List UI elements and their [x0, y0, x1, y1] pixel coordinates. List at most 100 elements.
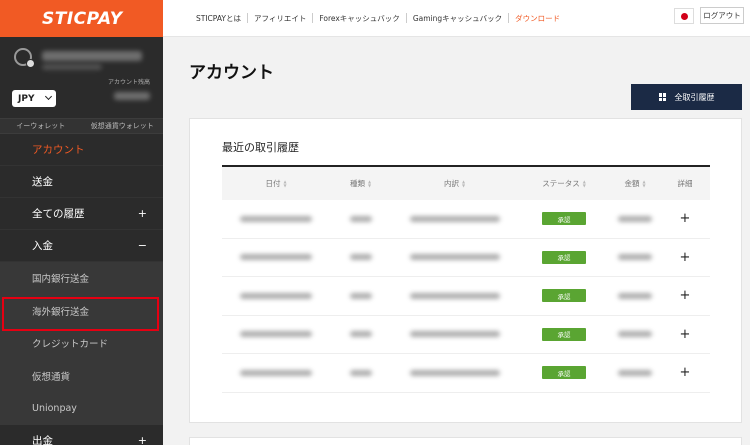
grid-icon — [658, 93, 667, 101]
col-date-header[interactable]: 日付 ▲ ▼ — [222, 178, 330, 189]
logo[interactable]: STICPAY — [42, 9, 123, 29]
recent-transactions-card: 最近の取引履歴 日付 ▲ ▼ 種類 ▲ ▼ 内訳 ▲ ▼ ステータス ▲ ▼ 金額 ▲ ▼ 詳細 承… — [189, 118, 742, 423]
divider — [405, 13, 407, 23]
user-name-redacted — [42, 51, 142, 61]
nav-item-transfer[interactable]: 送金 — [0, 166, 163, 198]
table-row: 承認 + — [222, 316, 710, 354]
status-badge: 承認 — [542, 250, 586, 264]
transactions-table: 日付 ▲ ▼ 種類 ▲ ▼ 内訳 ▲ ▼ ステータス ▲ ▼ 金額 ▲ ▼ 詳細 承認 + 承認 + — [222, 165, 710, 393]
amount-redacted — [618, 254, 652, 261]
detail-redacted — [409, 369, 500, 376]
col-amount-header[interactable]: 金額 ▲ ▼ — [610, 178, 660, 189]
top-link-download[interactable]: ダウンロード — [515, 13, 560, 24]
date-redacted — [240, 369, 312, 376]
amount-redacted — [618, 369, 652, 376]
col-type-header[interactable]: 種類 ▲ ▼ — [330, 178, 391, 189]
status-badge: 承認 — [542, 289, 586, 303]
top-link-about[interactable]: STICPAYとは — [196, 13, 241, 24]
top-link-affiliate[interactable]: アフィリエイト — [254, 13, 306, 24]
sort-icon: ▲ ▼ — [642, 178, 646, 188]
sub-item-unionpay[interactable]: Unionpay — [0, 392, 163, 425]
status-badge: 承認 — [542, 366, 586, 380]
table-header: 日付 ▲ ▼ 種類 ▲ ▼ 内訳 ▲ ▼ ステータス ▲ ▼ 金額 ▲ ▼ 詳細 — [222, 167, 710, 200]
top-nav: STICPAYとは アフィリエイト Forexキャッシュバック Gamingキャ… — [163, 13, 560, 24]
japan-flag-icon[interactable] — [674, 8, 694, 24]
type-redacted — [349, 215, 372, 222]
sort-icon: ▲ ▼ — [283, 178, 287, 188]
sub-item-domestic-bank[interactable]: 国内銀行送金 — [0, 262, 163, 295]
expand-plus-icon[interactable]: + — [680, 288, 691, 303]
date-redacted — [240, 292, 312, 299]
all-history-button-label: 全取引履歴 — [674, 92, 715, 102]
detail-redacted — [409, 254, 500, 261]
tab-crypto-wallet[interactable]: 仮想通貨ウォレット — [82, 119, 164, 133]
date-redacted — [240, 331, 312, 338]
page-title: アカウント — [189, 63, 274, 83]
chevron-down-icon — [44, 92, 53, 101]
wallet-tabs: イーウォレット 仮想通貨ウォレット — [0, 118, 163, 134]
detail-redacted — [409, 292, 500, 299]
top-link-forex-cashback[interactable]: Forexキャッシュバック — [319, 13, 399, 24]
user-box: JPY アカウント残高 — [0, 37, 163, 118]
logout-button[interactable]: ログアウト — [700, 7, 744, 24]
nav-item-label: 送金 — [32, 176, 53, 188]
amount-redacted — [618, 292, 652, 299]
nav-item-label: 出金 — [32, 434, 53, 445]
expand-plus-icon: + — [137, 433, 147, 445]
account-balance-redacted — [114, 92, 150, 100]
currency-value: JPY — [18, 93, 35, 104]
currency-select[interactable]: JPY — [12, 90, 56, 107]
nav-item-label: アカウント — [32, 144, 85, 156]
type-redacted — [349, 292, 372, 299]
user-id-redacted — [42, 64, 102, 70]
sort-icon: ▲ ▼ — [582, 178, 586, 188]
card-title: 最近の取引履歴 — [222, 141, 299, 154]
table-row: 承認 + — [222, 354, 710, 393]
sub-item-crypto[interactable]: 仮想通貨 — [0, 359, 163, 392]
table-row: 承認 + — [222, 277, 710, 316]
nav-item-label: 入金 — [32, 240, 53, 252]
amount-redacted — [618, 215, 652, 222]
all-history-button[interactable]: 全取引履歴 — [631, 84, 742, 110]
top-link-gaming-cashback[interactable]: Gamingキャッシュバック — [413, 13, 502, 24]
expand-plus-icon[interactable]: + — [680, 327, 691, 342]
col-detail-header[interactable]: 内訳 ▲ ▼ — [391, 178, 518, 189]
col-more-header: 詳細 — [677, 179, 693, 188]
expand-plus-icon: + — [137, 207, 147, 220]
secondary-card — [189, 437, 742, 445]
col-status-header[interactable]: ステータス ▲ ▼ — [518, 178, 610, 189]
nav-item-withdraw[interactable]: 出金 + — [0, 424, 163, 445]
sort-icon: ▲ ▼ — [461, 178, 466, 188]
sub-item-credit-card[interactable]: クレジットカード — [0, 327, 163, 360]
expand-plus-icon[interactable]: + — [680, 365, 691, 380]
sidebar: STICPAY JPY アカウント残高 イーウォレット 仮想通貨ウォレット アカ… — [0, 0, 163, 445]
detail-redacted — [409, 215, 500, 222]
status-badge: 承認 — [542, 212, 586, 226]
date-redacted — [240, 254, 312, 261]
nav-item-label: 全ての履歴 — [32, 208, 85, 220]
tab-e-wallet[interactable]: イーウォレット — [0, 119, 82, 133]
expand-plus-icon[interactable]: + — [680, 211, 691, 226]
type-redacted — [349, 254, 372, 261]
nav-item-all-history[interactable]: 全ての履歴 + — [0, 198, 163, 230]
top-bar: STICPAYとは アフィリエイト Forexキャッシュバック Gamingキャ… — [163, 0, 750, 37]
expand-plus-icon[interactable]: + — [680, 250, 691, 265]
divider — [246, 13, 248, 23]
divider — [508, 13, 510, 23]
status-badge: 承認 — [542, 327, 586, 341]
highlight-annotation-box — [2, 297, 159, 331]
nav-item-deposit[interactable]: 入金 − — [0, 230, 163, 262]
table-row: 承認 + — [222, 200, 710, 239]
divider — [312, 13, 314, 23]
logo-bar: STICPAY — [0, 0, 163, 37]
amount-redacted — [618, 331, 652, 338]
sort-icon: ▲ ▼ — [367, 178, 372, 188]
user-avatar-icon[interactable] — [14, 48, 35, 68]
type-redacted — [349, 369, 372, 376]
nav-item-account[interactable]: アカウント — [0, 134, 163, 166]
type-redacted — [349, 331, 372, 338]
detail-redacted — [409, 331, 500, 338]
account-balance-label: アカウント残高 — [107, 79, 150, 86]
collapse-minus-icon: − — [137, 239, 147, 252]
table-row: 承認 + — [222, 239, 710, 277]
